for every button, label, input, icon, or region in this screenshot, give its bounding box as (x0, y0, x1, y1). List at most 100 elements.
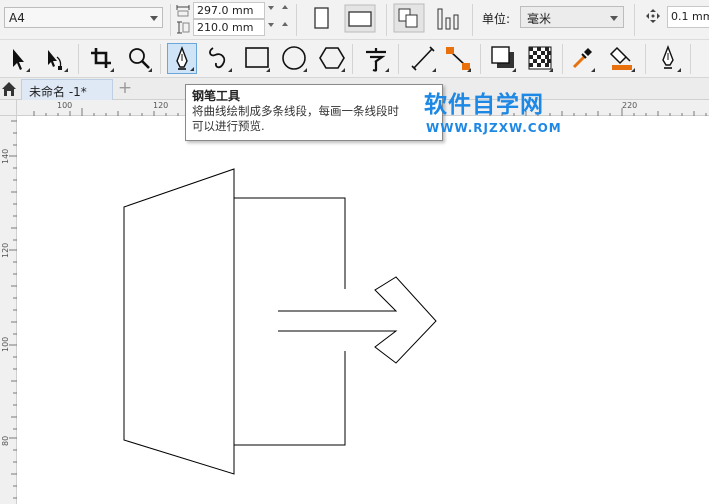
tooltip-description-line-2: 可以进行预览. (192, 119, 265, 133)
drop-shadow-tool[interactable] (488, 43, 518, 74)
watermark-url: WWW.RJZXW.COM (426, 121, 562, 135)
divider (78, 44, 79, 74)
pen-tool-tooltip: 钢笔工具 将曲线绘制成多条线段，每画一条线段时 可以进行预览. (185, 84, 443, 141)
door-frame (234, 197, 346, 446)
divider (562, 44, 563, 74)
flyout-corner-icon (549, 68, 553, 72)
polygon-tool[interactable] (317, 43, 347, 74)
flyout-corner-icon (64, 68, 68, 72)
property-bar: A4 297.0 mm 210.0 mm 单位: 毫米 0.1 mm (0, 0, 709, 40)
width-stepper-icon[interactable] (268, 6, 274, 10)
flyout-corner-icon (591, 68, 595, 72)
width-icon (176, 5, 190, 17)
exit-arrow (278, 276, 437, 364)
toolbox (0, 40, 709, 78)
all-pages-icon (393, 3, 425, 33)
document-tab[interactable]: 未命名 -1* (21, 79, 113, 100)
nudge-icon (646, 9, 660, 23)
tooltip-description-line-1: 将曲线绘制成多条线段，每画一条线段时 (192, 104, 399, 118)
document-tab-label: 未命名 -1* (29, 85, 87, 99)
interactive-fill-tool[interactable] (607, 43, 637, 74)
smart-fill-tool[interactable] (653, 43, 683, 74)
page-size-value: A4 (9, 11, 25, 25)
flyout-corner-icon (631, 68, 635, 72)
pick-tool[interactable] (2, 43, 32, 74)
units-value: 毫米 (527, 12, 552, 26)
home-icon[interactable] (1, 81, 17, 97)
flyout-corner-icon (432, 68, 436, 72)
ruler-label: 100 (1, 336, 10, 352)
chevron-down-icon (150, 16, 158, 21)
height-up-icon[interactable] (282, 22, 288, 26)
chevron-down-icon (610, 16, 618, 21)
divider (645, 44, 646, 74)
flyout-corner-icon (303, 68, 307, 72)
nudge-distance-input[interactable]: 0.1 mm (667, 6, 709, 28)
watermark-title: 软件自学网 (424, 92, 544, 118)
dimension-tool[interactable] (408, 43, 438, 74)
height-icon (177, 21, 190, 34)
tooltip-title: 钢笔工具 (192, 89, 241, 103)
ellipse-tool[interactable] (279, 43, 309, 74)
landscape-button[interactable] (343, 3, 377, 33)
all-pages-button[interactable] (393, 3, 425, 33)
page-width-input[interactable]: 297.0 mm (193, 2, 265, 19)
flyout-corner-icon (677, 68, 681, 72)
divider (634, 4, 635, 36)
units-dropdown[interactable]: 毫米 (520, 6, 624, 28)
vertical-ruler[interactable]: 140 120 100 80 (0, 116, 17, 504)
page-size-dropdown[interactable]: A4 (4, 7, 163, 28)
drawing-canvas[interactable] (18, 117, 709, 504)
width-up-icon[interactable] (282, 5, 288, 9)
portrait-button[interactable] (307, 3, 335, 33)
portrait-icon (314, 7, 329, 29)
flyout-corner-icon (110, 68, 114, 72)
current-page-icon (437, 8, 459, 30)
flyout-corner-icon (26, 68, 30, 72)
page-height-row: 210.0 mm (176, 19, 291, 36)
shape-tool[interactable] (40, 43, 70, 74)
divider (472, 4, 473, 36)
text-tool[interactable] (361, 43, 391, 74)
flyout-corner-icon (228, 68, 232, 72)
flyout-corner-icon (341, 68, 345, 72)
crop-tool[interactable] (86, 43, 116, 74)
page-width-row: 297.0 mm (176, 2, 291, 19)
exit-door-drawing[interactable] (18, 117, 709, 504)
ruler-label: 100 (57, 101, 73, 110)
ruler-label: 80 (1, 435, 10, 446)
divider (398, 44, 399, 74)
divider (160, 44, 161, 74)
ruler-label: 140 (1, 148, 10, 164)
flyout-corner-icon (190, 67, 194, 71)
eyedropper-tool[interactable] (567, 43, 597, 74)
divider (480, 44, 481, 74)
rectangle-tool[interactable] (242, 43, 272, 74)
divider (296, 4, 297, 36)
transparency-tool[interactable] (525, 43, 555, 74)
connector-tool[interactable] (443, 43, 473, 74)
flyout-corner-icon (512, 68, 516, 72)
zoom-tool[interactable] (124, 43, 154, 74)
divider (352, 44, 353, 74)
door-panel (123, 168, 235, 475)
ruler-label: 120 (153, 101, 169, 110)
pen-tool[interactable] (167, 43, 197, 74)
freehand-tool[interactable] (204, 43, 234, 74)
add-tab-button[interactable]: + (117, 80, 133, 97)
current-page-button[interactable] (434, 3, 462, 33)
flyout-corner-icon (266, 68, 270, 72)
landscape-icon (344, 4, 376, 33)
ruler-label: 120 (1, 242, 10, 258)
page-height-input[interactable]: 210.0 mm (193, 19, 265, 36)
divider (386, 4, 387, 36)
divider (170, 4, 171, 36)
flyout-corner-icon (385, 68, 389, 72)
ruler-origin[interactable] (0, 100, 17, 116)
flyout-corner-icon (148, 68, 152, 72)
ruler-label: 220 (622, 101, 638, 110)
divider (690, 44, 691, 74)
height-stepper-icon[interactable] (268, 23, 274, 27)
flyout-corner-icon (467, 68, 471, 72)
units-label: 单位: (482, 12, 511, 26)
